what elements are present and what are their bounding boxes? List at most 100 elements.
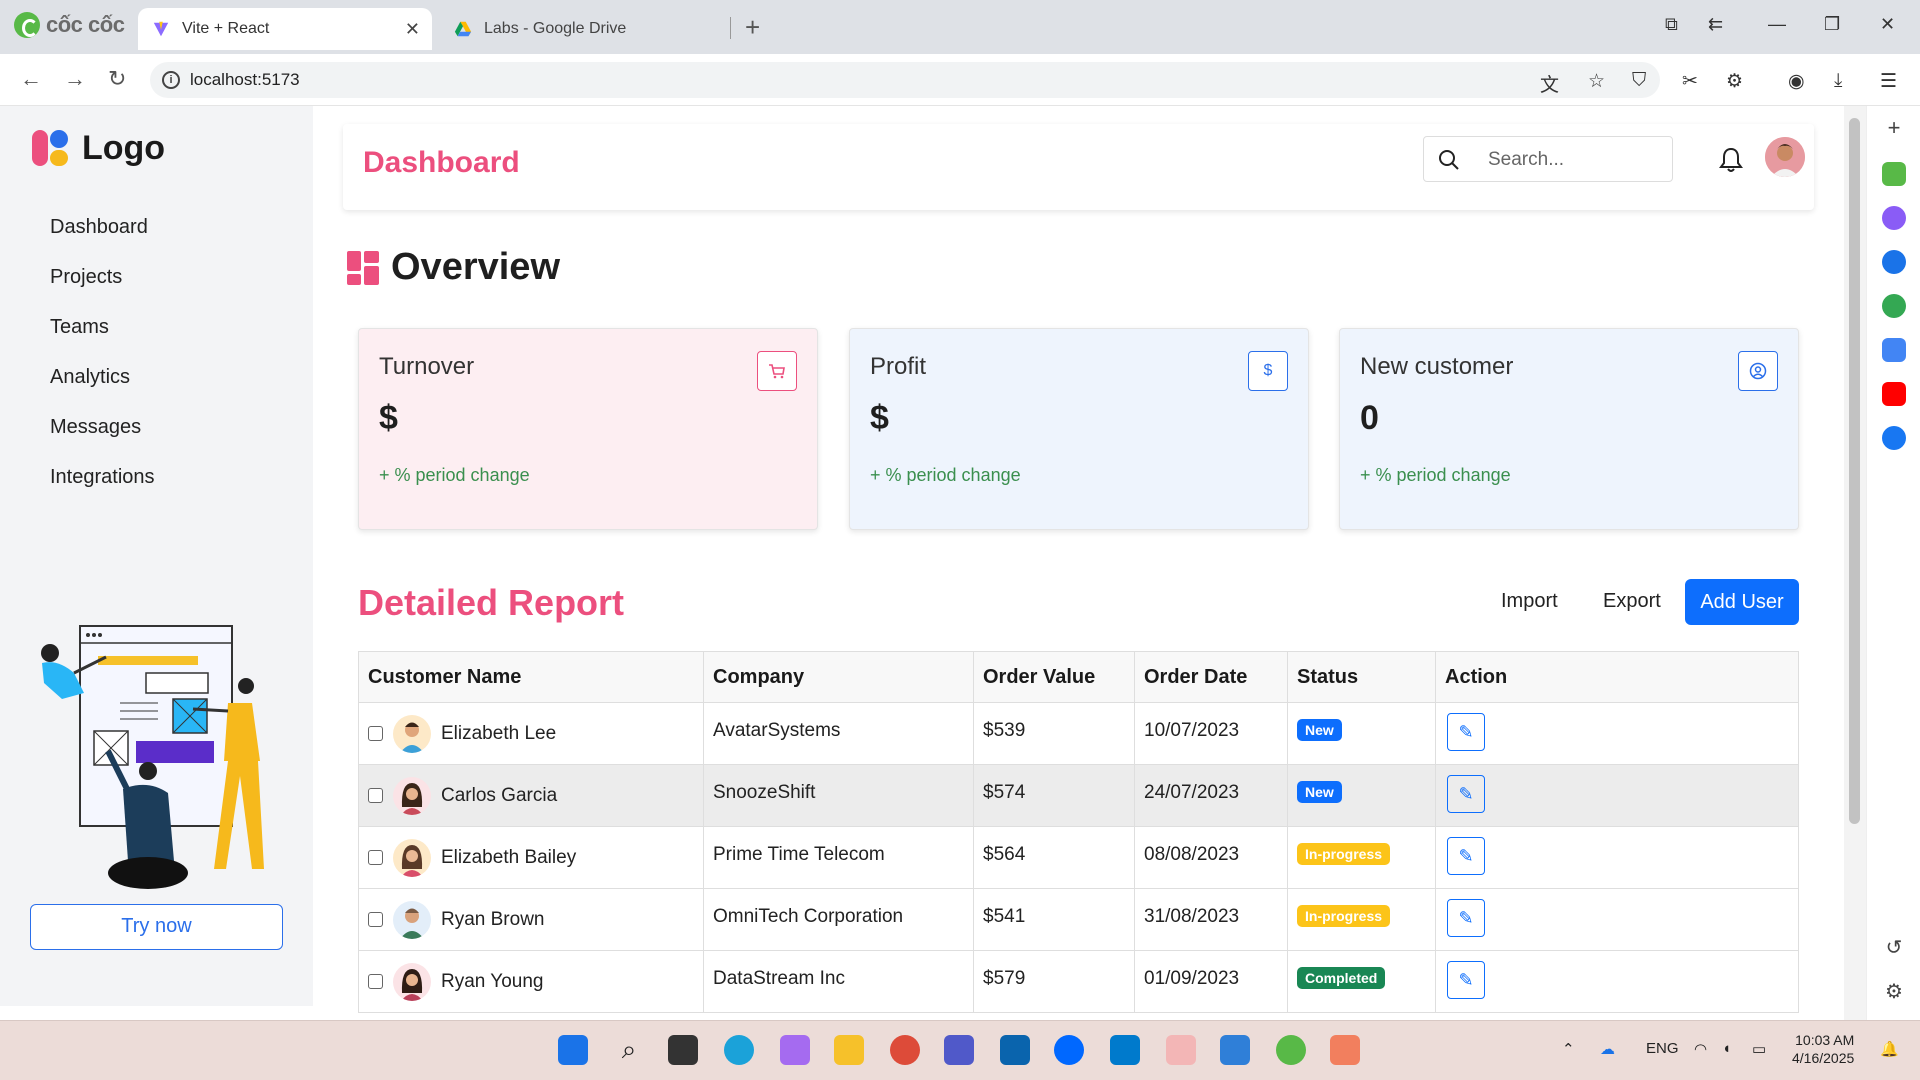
- row-checkbox[interactable]: [368, 788, 383, 803]
- tray-chevron-icon[interactable]: ⌃: [1562, 1040, 1575, 1058]
- notepad-icon[interactable]: [1220, 1035, 1250, 1065]
- reload-icon[interactable]: ↻: [108, 66, 126, 92]
- col-order-value[interactable]: Order Value: [973, 651, 1135, 703]
- file-explorer-icon[interactable]: [834, 1035, 864, 1065]
- sidebar-item-analytics[interactable]: Analytics: [50, 352, 155, 402]
- status-badge: In-progress: [1297, 843, 1391, 865]
- address-bar[interactable]: i localhost:5173 文 ☆ ⛉: [150, 62, 1660, 98]
- sidebar-item-teams[interactable]: Teams: [50, 302, 155, 352]
- customer-name: Carlos Garcia: [441, 784, 558, 806]
- card-label: Turnover: [379, 353, 475, 380]
- extension-scissors-icon[interactable]: ✂: [1682, 70, 1698, 93]
- copilot-icon[interactable]: [780, 1035, 810, 1065]
- edit-pencil-icon[interactable]: ✎: [1447, 775, 1485, 813]
- browser-brand[interactable]: cốc cốc: [14, 12, 125, 38]
- edit-pencil-icon[interactable]: ✎: [1447, 961, 1485, 999]
- search-input[interactable]: Search...: [1423, 136, 1673, 182]
- col-customer-name[interactable]: Customer Name: [358, 651, 704, 703]
- scrollbar-thumb[interactable]: [1849, 118, 1860, 824]
- order-value-cell: $539: [973, 702, 1135, 765]
- profile-icon[interactable]: ◉: [1788, 70, 1805, 93]
- back-icon[interactable]: ←: [20, 66, 42, 92]
- onedrive-icon[interactable]: ☁: [1600, 1040, 1615, 1058]
- wifi-icon[interactable]: ◠: [1694, 1040, 1707, 1058]
- google-translate-icon[interactable]: [1882, 338, 1906, 362]
- try-now-button[interactable]: Try now: [30, 904, 283, 950]
- download-icon[interactable]: ⤓: [1834, 70, 1842, 92]
- close-window-icon[interactable]: ✕: [1880, 14, 1895, 35]
- status-badge: In-progress: [1297, 905, 1391, 927]
- col-status[interactable]: Status: [1287, 651, 1436, 703]
- app-logo[interactable]: Logo: [32, 128, 165, 168]
- app-icon[interactable]: [1166, 1035, 1196, 1065]
- game-icon[interactable]: [1882, 294, 1906, 318]
- sidebar-item-messages[interactable]: Messages: [50, 402, 155, 452]
- zalo-app-icon[interactable]: [1054, 1035, 1084, 1065]
- forward-icon[interactable]: →: [64, 66, 86, 92]
- minimize-icon[interactable]: —: [1768, 14, 1786, 35]
- tab-google-drive[interactable]: Labs - Google Drive: [440, 8, 730, 50]
- sidebar-item-projects[interactable]: Projects: [50, 252, 155, 302]
- row-checkbox[interactable]: [368, 726, 383, 741]
- row-checkbox[interactable]: [368, 974, 383, 989]
- tab-title: Labs - Google Drive: [484, 20, 627, 37]
- chrome-icon[interactable]: [890, 1035, 920, 1065]
- settings-gear-icon[interactable]: ⚙: [1882, 980, 1906, 1004]
- tab-vite-react[interactable]: Vite + React ✕: [138, 8, 432, 50]
- bookmark-star-icon[interactable]: ☆: [1588, 70, 1605, 93]
- google-drive-icon: [454, 21, 472, 37]
- add-panel-icon[interactable]: +: [1882, 116, 1906, 140]
- tab-search-icon[interactable]: ⇇: [1708, 14, 1723, 35]
- order-date-cell: 01/09/2023: [1134, 950, 1288, 1013]
- ai-assistant-icon[interactable]: [1882, 162, 1906, 186]
- company-cell: Prime Time Telecom: [703, 826, 974, 889]
- teams-icon[interactable]: [944, 1035, 974, 1065]
- messenger-icon[interactable]: [1882, 206, 1906, 230]
- app-viewport: Logo Dashboard Projects Teams Analytics …: [0, 106, 1844, 1020]
- history-icon[interactable]: ↺: [1882, 936, 1906, 960]
- row-checkbox[interactable]: [368, 912, 383, 927]
- row-checkbox[interactable]: [368, 850, 383, 865]
- notification-icon[interactable]: 🔔: [1880, 1040, 1899, 1058]
- youtube-icon[interactable]: [1882, 382, 1906, 406]
- search-icon[interactable]: ⌕: [614, 1035, 644, 1065]
- add-user-button[interactable]: Add User: [1685, 579, 1799, 625]
- os-taskbar: ⌕ ⌃ ☁ ENG ◠ ◖ ▭ 10:03 AM 4/16/2025 🔔: [0, 1020, 1920, 1080]
- new-tab-icon[interactable]: +: [745, 12, 760, 42]
- page-scrollbar[interactable]: [1844, 106, 1866, 1020]
- screenshot-icon[interactable]: ⧉: [1665, 14, 1678, 35]
- language-indicator[interactable]: ENG: [1646, 1040, 1679, 1057]
- design-app-icon[interactable]: [1330, 1035, 1360, 1065]
- edit-pencil-icon[interactable]: ✎: [1447, 713, 1485, 751]
- sidebar-item-integrations[interactable]: Integrations: [50, 452, 155, 502]
- zalo-icon[interactable]: [1882, 250, 1906, 274]
- outlook-icon[interactable]: [1000, 1035, 1030, 1065]
- col-order-date[interactable]: Order Date: [1134, 651, 1288, 703]
- battery-icon[interactable]: ▭: [1752, 1040, 1766, 1058]
- user-avatar[interactable]: [1765, 137, 1805, 177]
- restore-icon[interactable]: ❐: [1824, 14, 1840, 35]
- edit-pencil-icon[interactable]: ✎: [1447, 899, 1485, 937]
- volume-icon[interactable]: ◖: [1722, 1040, 1731, 1057]
- translate-icon[interactable]: 文: [1540, 70, 1559, 97]
- sidebar-item-dashboard[interactable]: Dashboard: [50, 202, 155, 252]
- col-company[interactable]: Company: [703, 651, 974, 703]
- team-illustration: [41, 625, 264, 889]
- edge-icon[interactable]: [724, 1035, 754, 1065]
- windows-start-icon[interactable]: [558, 1035, 588, 1065]
- coccoc-browser-icon[interactable]: [1276, 1035, 1306, 1065]
- import-button[interactable]: Import: [1501, 578, 1558, 624]
- export-button[interactable]: Export: [1603, 578, 1661, 624]
- facebook-icon[interactable]: [1882, 426, 1906, 450]
- shield-icon[interactable]: ⛉: [1632, 70, 1646, 92]
- close-tab-icon[interactable]: ✕: [405, 19, 420, 40]
- vscode-icon[interactable]: [1110, 1035, 1140, 1065]
- company-cell: DataStream Inc: [703, 950, 974, 1013]
- edit-pencil-icon[interactable]: ✎: [1447, 837, 1485, 875]
- site-info-icon[interactable]: i: [162, 71, 180, 89]
- extensions-puzzle-icon[interactable]: ⚙: [1726, 70, 1743, 93]
- notification-bell-icon[interactable]: [1718, 146, 1744, 174]
- task-view-icon[interactable]: [668, 1035, 698, 1065]
- system-clock[interactable]: 10:03 AM 4/16/2025: [1792, 1031, 1854, 1067]
- menu-icon[interactable]: ☰: [1880, 70, 1897, 93]
